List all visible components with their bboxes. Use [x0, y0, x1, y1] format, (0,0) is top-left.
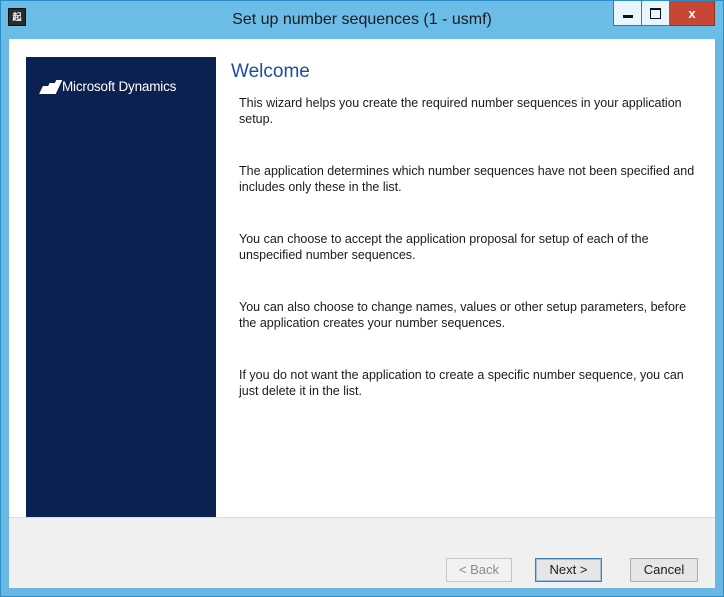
- minimize-button[interactable]: [613, 1, 642, 26]
- back-button[interactable]: < Back: [446, 558, 512, 582]
- dynamics-logo-icon: [39, 79, 63, 94]
- maximize-button[interactable]: [642, 1, 670, 26]
- title-bar[interactable]: 起 Set up number sequences (1 - usmf) x: [1, 1, 723, 39]
- info-paragraph: You can also choose to change names, val…: [239, 300, 687, 330]
- cancel-button[interactable]: Cancel: [630, 558, 698, 582]
- page-title: Welcome: [231, 61, 310, 82]
- minimize-icon: [623, 15, 633, 18]
- next-button[interactable]: Next >: [535, 558, 602, 582]
- info-paragraph: If you do not want the application to cr…: [239, 368, 684, 398]
- intro-paragraph: This wizard helps you create the require…: [239, 96, 682, 126]
- button-bar: < Back Next > Cancel: [9, 517, 715, 588]
- close-icon: x: [688, 6, 696, 21]
- brand-logo: Microsoft Dynamics: [39, 79, 176, 94]
- side-banner: Microsoft Dynamics: [26, 57, 216, 517]
- maximize-icon: [650, 8, 661, 19]
- wizard-window: 起 Set up number sequences (1 - usmf) x M: [0, 0, 724, 597]
- brand-name: Microsoft Dynamics: [62, 79, 177, 94]
- wizard-body: Microsoft Dynamics Welcome This wizard h…: [9, 39, 715, 588]
- close-button[interactable]: x: [670, 1, 715, 26]
- window-controls: x: [613, 1, 715, 27]
- info-paragraph: You can choose to accept the application…: [239, 232, 649, 262]
- info-paragraph: The application determines which number …: [239, 164, 695, 194]
